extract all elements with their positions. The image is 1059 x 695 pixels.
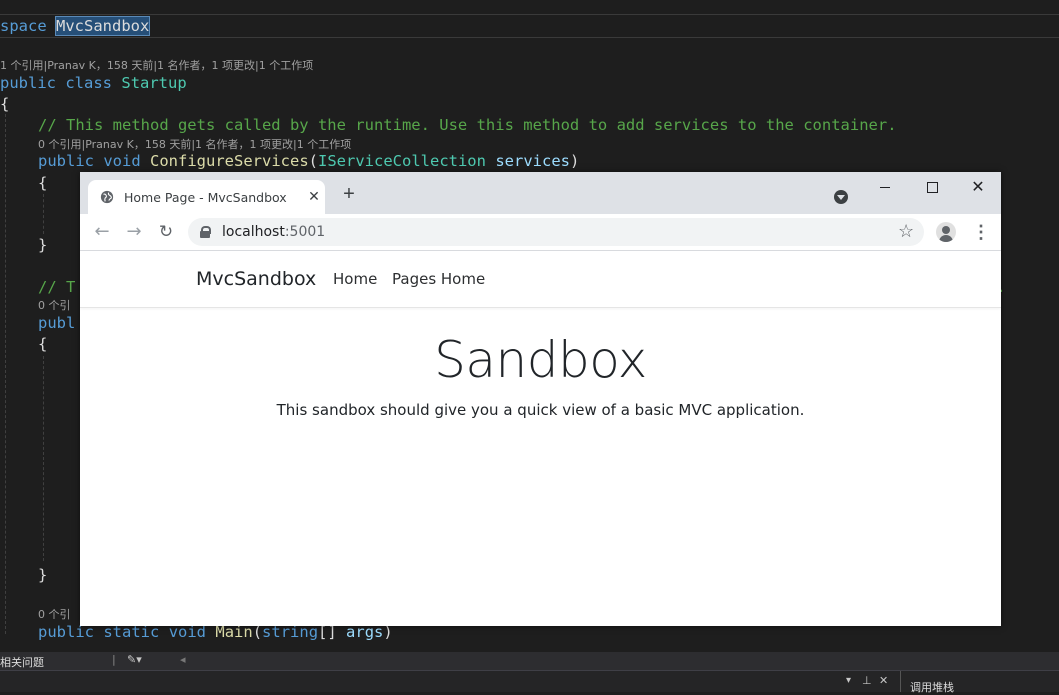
- tab-title: Home Page - MvcSandbox: [124, 190, 287, 205]
- minimize-button[interactable]: [876, 178, 894, 196]
- panel-dropdown-icon[interactable]: ▾: [846, 675, 851, 686]
- web-page: MvcSandbox Home Pages Home Sandbox This …: [80, 251, 1001, 626]
- bookmark-star-icon[interactable]: ☆: [898, 221, 914, 242]
- site-brand[interactable]: MvcSandbox: [196, 268, 316, 290]
- indent-guide: [5, 114, 6, 634]
- indent-guide: [43, 194, 44, 234]
- class-open-brace: {: [0, 95, 10, 113]
- window-close-button[interactable]: ✕: [969, 178, 987, 196]
- back-button[interactable]: ←: [92, 222, 112, 242]
- codelens-configure-services[interactable]: 0 个引用|Pranav K，158 天前|1 名作者，1 项更改|1 个工作项: [38, 136, 351, 152]
- configure-services-signature: public void ConfigureServices(IServiceCo…: [38, 152, 580, 170]
- profile-avatar-icon[interactable]: [936, 222, 956, 242]
- nav-link-home[interactable]: Home: [333, 270, 377, 288]
- url-text[interactable]: localhost:5001: [222, 224, 325, 240]
- globe-icon: [100, 190, 114, 204]
- brush-icon[interactable]: ✎▾: [127, 653, 142, 666]
- current-line-highlight: [0, 14, 1059, 38]
- related-problems-label[interactable]: 相关问题: [0, 654, 44, 670]
- tab-home-page[interactable]: Home Page - MvcSandbox ✕: [88, 180, 325, 214]
- codelens-main[interactable]: 0 个引: [38, 606, 71, 622]
- tab-strip: Home Page - MvcSandbox ✕ + ✕: [80, 172, 1001, 214]
- nav-link-pages-home[interactable]: Pages Home: [392, 270, 485, 288]
- indent-guide: [43, 356, 44, 561]
- method2-open-brace: {: [38, 335, 48, 353]
- page-title: Sandbox: [434, 331, 647, 389]
- maximize-button[interactable]: [923, 178, 941, 196]
- configure-signature: publ: [38, 314, 76, 332]
- scroll-left-icon[interactable]: ◂: [180, 653, 186, 666]
- forward-button[interactable]: →: [124, 222, 144, 242]
- address-bar[interactable]: localhost:5001 ☆: [188, 218, 924, 246]
- panel-tabs-bar: ▾ ⊥ ✕ 调用堆栈: [0, 670, 1059, 695]
- new-tab-button[interactable]: +: [340, 184, 358, 204]
- lock-icon[interactable]: [200, 226, 211, 238]
- browser-toolbar: ← → ↻ localhost:5001 ☆ ⋮: [80, 214, 1001, 251]
- page-lead-text: This sandbox should give you a quick vie…: [276, 401, 805, 419]
- codelens-class[interactable]: 1 个引用|Pranav K，158 天前|1 名作者，1 项更改|1 个工作项: [0, 57, 313, 73]
- reload-button[interactable]: ↻: [156, 222, 176, 242]
- site-navbar: MvcSandbox Home Pages Home: [80, 251, 1001, 308]
- error-list-toolbar: 相关问题 | ✎▾ ◂: [0, 652, 1059, 670]
- call-stack-tab[interactable]: 调用堆栈: [910, 679, 954, 695]
- browser-menu-icon[interactable]: ⋮: [972, 222, 990, 242]
- codelens-configure[interactable]: 0 个引: [38, 297, 71, 313]
- namespace-line: space MvcSandbox: [0, 16, 151, 36]
- namespace-name: MvcSandbox: [55, 16, 151, 36]
- method1-open-brace: {: [38, 174, 48, 192]
- tab-close-icon[interactable]: ✕: [306, 188, 322, 204]
- browser-window: Home Page - MvcSandbox ✕ + ✕ ← → ↻ local…: [80, 172, 1001, 626]
- panel-divider: [900, 671, 901, 692]
- toolbar-separator: |: [112, 653, 116, 666]
- editor-top-bar: [0, 0, 1059, 15]
- panel-close-icon[interactable]: ✕: [879, 674, 888, 687]
- class-declaration: public class Startup: [0, 74, 187, 92]
- tab-search-icon[interactable]: [834, 190, 848, 204]
- comment-line-1: // This method gets called by the runtim…: [38, 116, 897, 134]
- pin-icon[interactable]: ⊥: [862, 674, 872, 687]
- comment-line-2: // T: [38, 278, 76, 296]
- method2-close-brace: }: [38, 566, 48, 584]
- method1-close-brace: }: [38, 236, 48, 254]
